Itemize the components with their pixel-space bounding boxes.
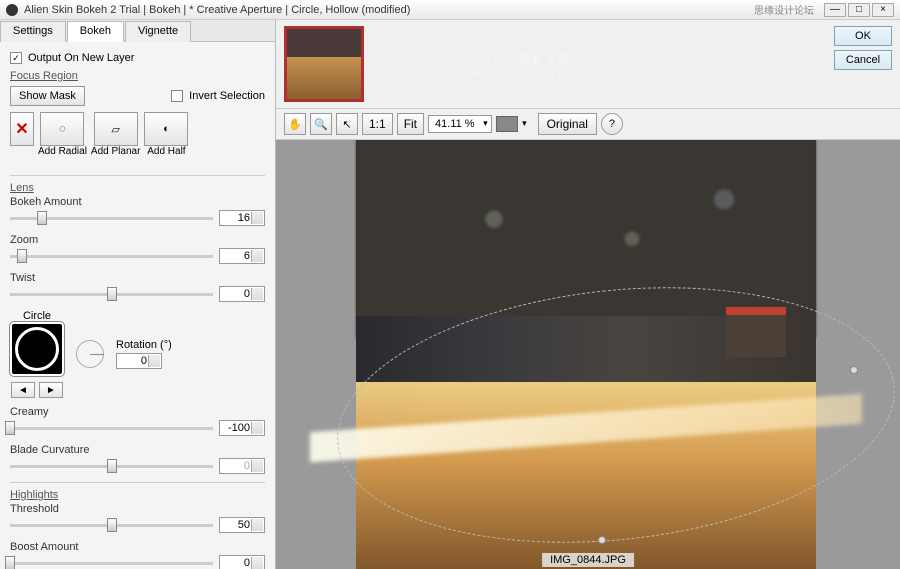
invert-selection-checkbox[interactable] — [171, 90, 183, 102]
delete-region-button[interactable]: ✕ — [10, 112, 34, 146]
move-tool-button[interactable]: ↖ — [336, 113, 358, 135]
add-radial-label: Add Radial — [38, 146, 87, 157]
boost-amount-value[interactable]: 0 — [219, 555, 265, 569]
original-button[interactable]: Original — [538, 113, 597, 135]
help-icon: ? — [609, 118, 615, 130]
titlebar: Alien Skin Bokeh 2 Trial | Bokeh | * Cre… — [0, 0, 900, 20]
minimize-button[interactable]: — — [824, 3, 846, 17]
threshold-value[interactable]: 50 — [219, 517, 265, 533]
twist-value[interactable]: 0 — [219, 286, 265, 302]
bokeh-amount-slider[interactable] — [10, 217, 213, 220]
invert-selection-label: Invert Selection — [189, 90, 265, 102]
blade-curvature-label: Blade Curvature — [10, 444, 265, 456]
hand-icon: ✋ — [288, 118, 302, 131]
zoom-slider[interactable] — [10, 255, 213, 258]
ellipse-handle[interactable] — [598, 536, 606, 544]
bokeh-amount-value[interactable]: 16 — [219, 210, 265, 226]
add-planar-button[interactable]: ▱ — [94, 112, 138, 146]
add-radial-button[interactable]: ◌ — [40, 112, 84, 146]
left-panel: Settings Bokeh Vignette ✓ Output On New … — [0, 20, 276, 569]
fit-button[interactable]: Fit — [397, 113, 424, 135]
preview-canvas[interactable]: IMG_0844.JPG — [276, 140, 900, 569]
right-panel: OK Cancel ✋ 🔍 ↖ 1:1 Fit 41.11 % Original… — [276, 20, 900, 569]
half-icon: ◐ — [163, 123, 170, 135]
rotation-dial[interactable] — [76, 340, 104, 368]
rotation-label: Rotation (°) — [116, 339, 172, 351]
zoom-value[interactable]: 6 — [219, 248, 265, 264]
shape-name: Circle — [23, 310, 51, 322]
site-watermark: WWW.MISSYUAN.COM — [777, 80, 886, 91]
zoom-combo[interactable]: 41.11 % — [428, 115, 492, 133]
view-toolbar: ✋ 🔍 ↖ 1:1 Fit 41.11 % Original ? — [276, 108, 900, 140]
tab-vignette[interactable]: Vignette — [125, 21, 191, 42]
creamy-slider[interactable] — [10, 427, 213, 430]
output-new-layer-checkbox[interactable]: ✓ — [10, 52, 22, 64]
add-half-button[interactable]: ◐ — [144, 112, 188, 146]
bokeh-panel: ✓ Output On New Layer Focus Region Show … — [0, 42, 275, 569]
bg-color-swatch[interactable] — [496, 116, 518, 132]
app-icon — [6, 4, 18, 16]
threshold-slider[interactable] — [10, 524, 213, 527]
tab-settings[interactable]: Settings — [0, 21, 66, 42]
prev-shape-button[interactable]: ◄ — [11, 382, 35, 398]
output-new-layer-label: Output On New Layer — [28, 52, 134, 64]
arrow-icon: ↖ — [342, 118, 351, 131]
tabs: Settings Bokeh Vignette — [0, 20, 275, 42]
close-button[interactable]: × — [872, 3, 894, 17]
lens-title: Lens — [10, 182, 265, 194]
hand-tool-button[interactable]: ✋ — [284, 113, 306, 135]
zoom-label: Zoom — [10, 234, 265, 246]
filename-label: IMG_0844.JPG — [542, 553, 634, 567]
radial-icon: ◌ — [59, 123, 66, 135]
window-title: Alien Skin Bokeh 2 Trial | Bokeh | * Cre… — [24, 4, 754, 16]
aperture-shape-preview[interactable] — [10, 322, 64, 376]
zoom-tool-button[interactable]: 🔍 — [310, 113, 332, 135]
rotation-value[interactable]: 0 — [116, 353, 162, 369]
planar-icon: ▱ — [111, 123, 119, 136]
cancel-button[interactable]: Cancel — [834, 50, 892, 70]
maximize-button[interactable]: □ — [848, 3, 870, 17]
bokeh-amount-label: Bokeh Amount — [10, 196, 265, 208]
forum-text: 思缘设计论坛 — [754, 2, 814, 17]
twist-label: Twist — [10, 272, 265, 284]
creamy-value[interactable]: -100 — [219, 420, 265, 436]
threshold-label: Threshold — [10, 503, 265, 515]
creamy-label: Creamy — [10, 406, 265, 418]
tab-bokeh[interactable]: Bokeh — [67, 21, 124, 42]
twist-slider[interactable] — [10, 293, 213, 296]
focus-region-title: Focus Region — [10, 70, 265, 82]
add-planar-label: Add Planar — [91, 146, 140, 157]
ellipse-handle[interactable] — [850, 366, 858, 374]
blade-curvature-slider — [10, 465, 213, 468]
boost-amount-label: Boost Amount — [10, 541, 265, 553]
ok-button[interactable]: OK — [834, 26, 892, 46]
navigator-thumbnail[interactable] — [284, 26, 364, 102]
show-mask-button[interactable]: Show Mask — [10, 86, 85, 106]
next-shape-button[interactable]: ► — [39, 382, 63, 398]
highlights-title: Highlights — [10, 489, 265, 501]
boost-amount-slider[interactable] — [10, 562, 213, 565]
blade-curvature-value: 0 — [219, 458, 265, 474]
add-half-label: Add Half — [147, 146, 185, 157]
help-button[interactable]: ? — [601, 113, 623, 135]
magnifier-icon: 🔍 — [314, 118, 328, 131]
one-to-one-button[interactable]: 1:1 — [362, 113, 393, 135]
